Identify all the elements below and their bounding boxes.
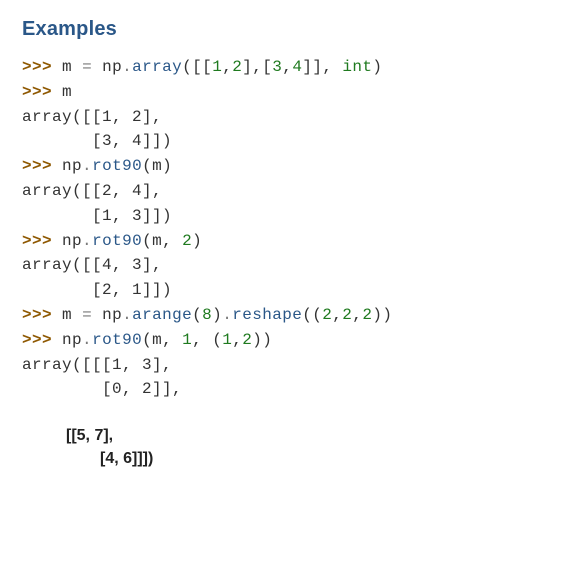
prompt: >>>	[22, 331, 52, 349]
num-1: 1	[222, 331, 232, 349]
prompt: >>>	[22, 58, 52, 76]
var-m: m	[62, 306, 72, 324]
paren-close: )	[372, 58, 382, 76]
op-dot: .	[122, 306, 132, 324]
output-line: array([[[1, 3],	[22, 356, 172, 374]
paren-close: )	[372, 306, 382, 324]
num-8: 8	[202, 306, 212, 324]
num-1: 1	[182, 331, 192, 349]
mod-np: np	[62, 157, 82, 175]
output-line: [1, 3]])	[22, 207, 172, 225]
comma: ,	[232, 331, 242, 349]
method-rot90: rot90	[92, 232, 142, 250]
op-dot: .	[222, 306, 232, 324]
mod-np: np	[62, 331, 82, 349]
examples-heading: Examples	[22, 18, 563, 41]
num-2: 2	[342, 306, 352, 324]
prompt: >>>	[22, 306, 52, 324]
num-2: 2	[362, 306, 372, 324]
paren-close: )	[382, 306, 392, 324]
paren-open: (	[212, 331, 222, 349]
output-line: array([[4, 3],	[22, 256, 162, 274]
num-1: 1	[212, 58, 222, 76]
num-2: 2	[242, 331, 252, 349]
bracket-open: [	[262, 58, 272, 76]
comma: ,	[282, 58, 292, 76]
bracket-open: [	[192, 58, 202, 76]
method-reshape: reshape	[232, 306, 302, 324]
paren-open: (	[142, 232, 152, 250]
mod-np: np	[102, 306, 122, 324]
op-eq: =	[82, 58, 92, 76]
paren-close: )	[192, 232, 202, 250]
paren-open: (	[302, 306, 312, 324]
output-line: array([[1, 2],	[22, 108, 162, 126]
var-m: m	[152, 157, 162, 175]
mod-np: np	[102, 58, 122, 76]
trailing-line-2: [4, 6]]])	[66, 447, 563, 470]
comma: ,	[192, 331, 202, 349]
trailing-output: [[5, 7], [4, 6]]])	[22, 424, 563, 470]
method-rot90: rot90	[92, 157, 142, 175]
comma: ,	[332, 306, 342, 324]
method-arange: arange	[132, 306, 192, 324]
comma: ,	[322, 58, 332, 76]
output-line: [2, 1]])	[22, 281, 172, 299]
output-line: [0, 2]],	[22, 380, 182, 398]
paren-open: (	[192, 306, 202, 324]
output-line: [3, 4]])	[22, 132, 172, 150]
num-3: 3	[272, 58, 282, 76]
comma: ,	[352, 306, 362, 324]
op-dot: .	[82, 331, 92, 349]
prompt: >>>	[22, 232, 52, 250]
paren-open: (	[142, 331, 152, 349]
bracket-close: ]	[302, 58, 312, 76]
paren-close: )	[252, 331, 262, 349]
num-2: 2	[232, 58, 242, 76]
comma: ,	[222, 58, 232, 76]
prompt: >>>	[22, 83, 52, 101]
paren-open: (	[312, 306, 322, 324]
var-m: m	[152, 331, 162, 349]
trailing-line-1: [[5, 7],	[66, 427, 113, 444]
paren-close: )	[262, 331, 272, 349]
mod-np: np	[62, 232, 82, 250]
comma: ,	[252, 58, 262, 76]
comma: ,	[162, 331, 172, 349]
var-m: m	[62, 58, 72, 76]
paren-close: )	[162, 157, 172, 175]
prompt: >>>	[22, 157, 52, 175]
op-dot: .	[82, 157, 92, 175]
num-2: 2	[182, 232, 192, 250]
num-4: 4	[292, 58, 302, 76]
bracket-open: [	[202, 58, 212, 76]
var-m: m	[62, 83, 72, 101]
code-block: >>> m = np.array([[1,2],[3,4]], int) >>>…	[22, 55, 563, 402]
output-line: array([[2, 4],	[22, 182, 162, 200]
kw-int: int	[342, 58, 372, 76]
bracket-close: ]	[242, 58, 252, 76]
paren-close: )	[212, 306, 222, 324]
var-m: m	[152, 232, 162, 250]
method-array: array	[132, 58, 182, 76]
method-rot90: rot90	[92, 331, 142, 349]
paren-open: (	[182, 58, 192, 76]
bracket-close: ]	[312, 58, 322, 76]
op-dot: .	[82, 232, 92, 250]
comma: ,	[162, 232, 172, 250]
num-2: 2	[322, 306, 332, 324]
paren-open: (	[142, 157, 152, 175]
op-dot: .	[122, 58, 132, 76]
op-eq: =	[82, 306, 92, 324]
